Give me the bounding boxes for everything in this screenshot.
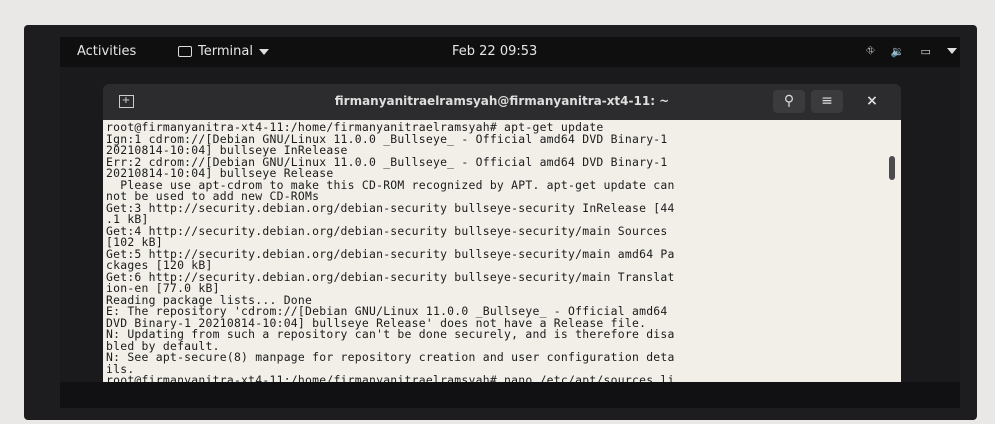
terminal-titlebar[interactable]: + firmanyanitraelramsyah@firmanyanitra-x…: [103, 84, 901, 120]
terminal-line: Get:5 http://security.debian.org/debian-…: [106, 246, 675, 261]
activities-button[interactable]: Activities: [77, 44, 136, 59]
app-menu-label: Terminal: [198, 44, 253, 59]
terminal-line: N: See apt-secure(8) manpage for reposit…: [106, 350, 675, 364]
clock[interactable]: Feb 22 09:53: [452, 44, 537, 59]
scrollbar[interactable]: [889, 126, 895, 376]
terminal-line: Get:4 http://security.debian.org/debian-…: [106, 223, 668, 238]
terminal-text: root@firmanyanitra-xt4-11:/home/firmanya…: [103, 120, 901, 382]
close-icon: ×: [866, 93, 878, 109]
system-tray[interactable]: ⛗ 🔉 ▭: [866, 44, 957, 58]
chevron-down-icon: [946, 48, 957, 54]
network-icon: ⛗: [866, 44, 875, 57]
terminal-line: root@firmanyanitra-xt4-11:/home/firmanya…: [106, 373, 675, 382]
desktop-screen: Activities Terminal Feb 22 09:53 ⛗ 🔉 ▭ +…: [60, 37, 960, 382]
terminal-window[interactable]: + firmanyanitraelramsyah@firmanyanitra-x…: [103, 84, 901, 382]
gnome-top-bar: Activities Terminal Feb 22 09:53 ⛗ 🔉 ▭: [60, 37, 960, 67]
close-button[interactable]: ×: [856, 90, 888, 113]
hamburger-icon: ≡: [821, 93, 833, 109]
terminal-line: Get:3 http://security.debian.org/debian-…: [106, 200, 675, 215]
scrollbar-thumb[interactable]: [889, 156, 895, 180]
battery-icon: ▭: [920, 44, 931, 58]
terminal-icon: [178, 46, 192, 57]
search-button[interactable]: ⚲: [773, 90, 805, 113]
terminal-line: N: Updating from such a repository can't…: [106, 327, 675, 341]
search-icon: ⚲: [783, 93, 795, 109]
screen-bottom-edge: [60, 380, 960, 408]
hamburger-menu-button[interactable]: ≡: [811, 90, 843, 113]
terminal-line: Get:6 http://security.debian.org/debian-…: [106, 269, 675, 284]
terminal-output[interactable]: root@firmanyanitra-xt4-11:/home/firmanya…: [103, 120, 901, 382]
terminal-app-menu[interactable]: Terminal: [178, 44, 269, 59]
chevron-down-icon: [258, 48, 269, 55]
volume-icon: 🔉: [890, 44, 905, 58]
